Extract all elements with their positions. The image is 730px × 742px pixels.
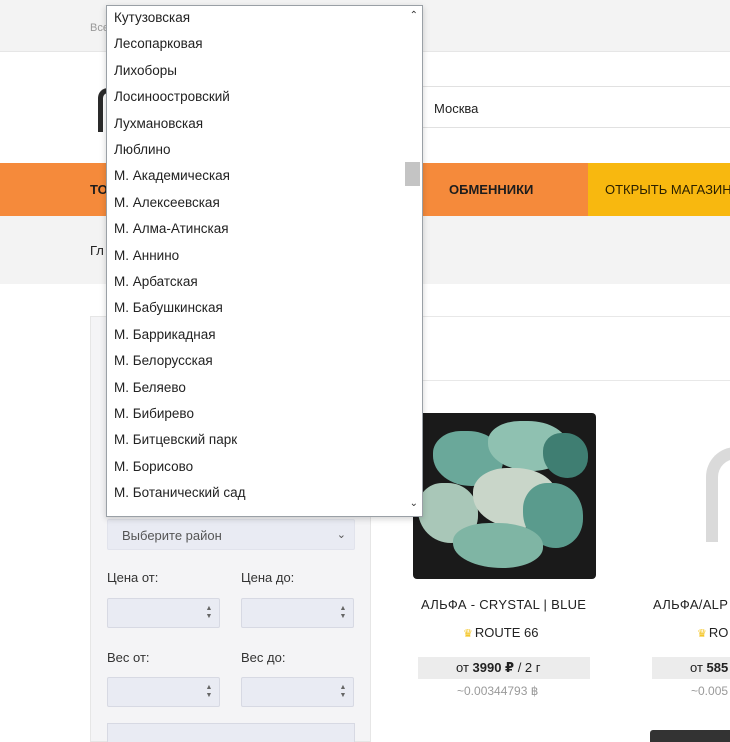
product-price: от 3990 ₽ / 2 г <box>418 657 590 679</box>
price-value: 3990 ₽ <box>472 660 515 675</box>
extra-filter-input[interactable] <box>107 723 355 742</box>
dropdown-option[interactable]: М. Ботанический сад <box>114 485 246 500</box>
product-shop[interactable]: ♛ RO <box>697 625 728 640</box>
dropdown-option[interactable]: Лихоборы <box>114 63 177 78</box>
weight-to-label: Вес до: <box>241 650 286 665</box>
scrollbar-thumb[interactable] <box>405 162 420 186</box>
crown-icon: ♛ <box>697 628 707 640</box>
breadcrumb-home-link[interactable]: Гл <box>90 243 104 258</box>
city-selector[interactable]: Москва <box>420 86 730 128</box>
stepper-icon[interactable]: ▲ ▼ <box>339 684 347 700</box>
price-from-input[interactable]: ▲ ▼ <box>107 598 220 628</box>
dropdown-option[interactable]: М. Алексеевская <box>114 195 220 210</box>
product-title[interactable]: АЛЬФА - CRYSTAL | BLUE <box>421 597 586 612</box>
product-btc-price: ~0.005 <box>691 684 729 698</box>
dropdown-option[interactable]: М. Арбатская <box>114 274 198 289</box>
dropdown-option[interactable]: М. Баррикадная <box>114 327 216 342</box>
stepper-icon[interactable]: ▲ ▼ <box>205 684 213 700</box>
price-to-input[interactable]: ▲ ▼ <box>241 598 354 628</box>
product-placeholder-logo[interactable] <box>706 447 730 542</box>
price-prefix: от <box>456 660 473 675</box>
dropdown-option[interactable]: М. Борисово <box>114 459 193 474</box>
dropdown-option[interactable]: Лесопарковая <box>114 36 203 51</box>
dropdown-option[interactable]: М. Аннино <box>114 248 179 263</box>
dropdown-scrollbar[interactable] <box>405 6 422 516</box>
district-select-value: Выберите район <box>122 528 222 543</box>
dropdown-option[interactable]: М. Бабушкинская <box>114 300 223 315</box>
weight-to-input[interactable]: ▲ ▼ <box>241 677 354 707</box>
price-value: 585 <box>706 660 729 675</box>
price-prefix: от <box>690 660 707 675</box>
weight-from-input[interactable]: ▲ ▼ <box>107 677 220 707</box>
product-button[interactable] <box>650 730 730 742</box>
price-to-label: Цена до: <box>241 570 295 585</box>
product-btc-price: ~0.00344793 ฿ <box>457 684 539 698</box>
shop-name: ROUTE 66 <box>474 625 539 640</box>
city-label: Москва <box>434 101 479 116</box>
district-select[interactable]: Выберите район ⌄ <box>107 519 355 550</box>
shop-name: RO <box>708 625 729 640</box>
stepper-icon[interactable]: ▲ ▼ <box>205 605 213 621</box>
dropdown-option[interactable]: М. Белорусская <box>114 353 213 368</box>
chevron-down-icon[interactable]: ⌄ <box>410 498 418 509</box>
chevron-down-icon: ⌄ <box>336 529 346 541</box>
product-shop[interactable]: ♛ ROUTE 66 <box>463 625 538 640</box>
dropdown-option[interactable]: Люблино <box>114 142 171 157</box>
product-image[interactable] <box>413 413 596 579</box>
product-title[interactable]: АЛЬФА/ALP <box>653 597 728 612</box>
stepper-icon[interactable]: ▲ ▼ <box>339 605 347 621</box>
dropdown-option[interactable]: М. Академическая <box>114 168 230 183</box>
chevron-up-icon[interactable]: ⌃ <box>410 10 418 21</box>
dropdown-option[interactable]: М. Алма-Атинская <box>114 221 229 236</box>
dropdown-option[interactable]: Лосиноостровский <box>114 89 230 104</box>
price-from-label: Цена от: <box>107 570 159 585</box>
dropdown-option[interactable]: М. Беляево <box>114 380 186 395</box>
content-divider <box>372 380 730 381</box>
weight-from-label: Вес от: <box>107 650 150 665</box>
content-divider <box>372 316 730 317</box>
price-unit: / 2 г <box>514 660 541 675</box>
dropdown-option[interactable]: М. Бибирево <box>114 406 194 421</box>
crown-icon: ♛ <box>463 628 473 640</box>
open-shop-button[interactable]: ОТКРЫТЬ МАГАЗИН <box>588 163 730 216</box>
dropdown-option[interactable]: Кутузовская <box>114 10 190 25</box>
product-price: от 585 <box>652 657 730 679</box>
station-dropdown-list[interactable]: Кутузовская Лесопарковая Лихоборы Лосиноост… <box>106 5 423 517</box>
dropdown-option[interactable]: Лухмановская <box>114 116 203 131</box>
dropdown-option[interactable]: М. Битцевский парк <box>114 432 237 447</box>
nav-item-exchangers[interactable]: ОБМЕННИКИ <box>449 163 533 216</box>
